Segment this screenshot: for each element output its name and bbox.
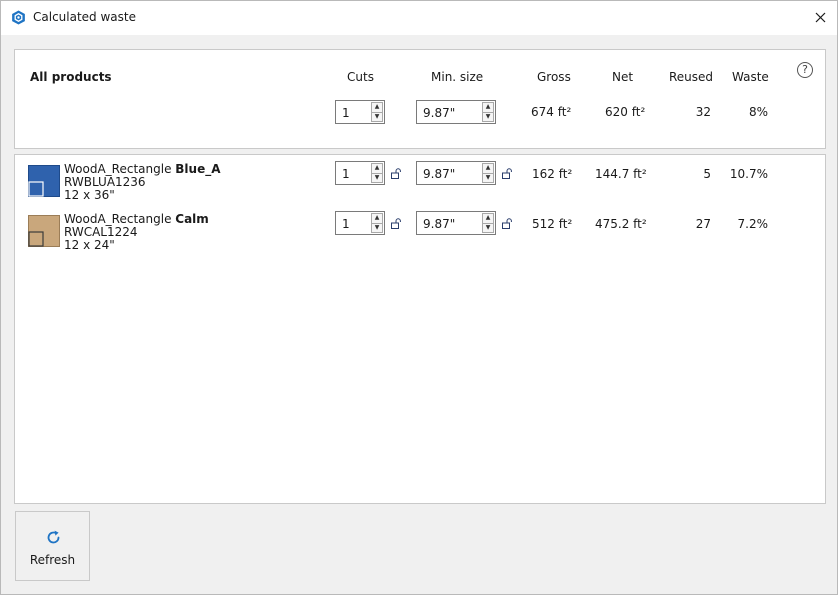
stepper-down-icon[interactable]: ▼ (371, 223, 383, 233)
window-title: Calculated waste (33, 10, 136, 24)
product-name-prefix: WoodA_Rectangle (64, 212, 172, 226)
reused-value: 5 (703, 167, 711, 181)
stepper-up-icon[interactable]: ▲ (371, 213, 383, 224)
stepper-down-icon[interactable]: ▼ (371, 173, 383, 183)
close-icon (815, 12, 825, 22)
summary-panel: All products Cuts Min. size Gross Net Re… (14, 49, 826, 149)
unlock-icon[interactable] (502, 168, 513, 179)
refresh-label: Refresh (29, 553, 76, 567)
app-logo-icon (12, 10, 25, 25)
unlock-icon[interactable] (391, 218, 402, 229)
product-size: 12 x 36" (64, 188, 115, 202)
gross-column-header: Gross (537, 70, 571, 84)
help-icon[interactable]: ? (797, 62, 813, 78)
min-size-value: 9.87" (423, 167, 456, 181)
title-bar: Calculated waste (1, 1, 837, 35)
total-gross: 674 ft² (531, 105, 572, 119)
total-net: 620 ft² (605, 105, 646, 119)
stepper-down-icon[interactable]: ▼ (371, 112, 383, 122)
total-min-size-value: 9.87" (423, 106, 456, 120)
total-waste: 8% (748, 105, 768, 119)
min-size-stepper[interactable]: 9.87" ▲ ▼ (416, 211, 496, 235)
product-swatch-calm (28, 215, 60, 247)
cuts-value: 1 (342, 217, 350, 231)
cuts-column-header: Cuts (347, 70, 374, 84)
stepper-up-icon[interactable]: ▲ (371, 102, 383, 113)
unlock-icon[interactable] (391, 168, 402, 179)
reused-column-header: Reused (669, 70, 714, 84)
min-size-stepper[interactable]: 9.87" ▲ ▼ (416, 161, 496, 185)
all-products-label: All products (30, 70, 112, 84)
waste-value: 10.7% (729, 167, 768, 181)
cuts-stepper[interactable]: 1 ▲ ▼ (335, 161, 385, 185)
min-size-value: 9.87" (423, 217, 456, 231)
cuts-value: 1 (342, 167, 350, 181)
stepper-up-icon[interactable]: ▲ (371, 163, 383, 174)
net-column-header: Net (612, 70, 634, 84)
refresh-icon (47, 530, 60, 544)
close-button[interactable] (807, 5, 833, 29)
product-size: 12 x 24" (64, 238, 115, 252)
product-swatch-blue (28, 165, 60, 197)
cuts-stepper[interactable]: 1 ▲ ▼ (335, 211, 385, 235)
gross-value: 512 ft² (532, 217, 573, 231)
net-value: 144.7 ft² (595, 167, 647, 181)
stepper-down-icon[interactable]: ▼ (482, 112, 494, 122)
waste-column-header: Waste (732, 70, 769, 84)
stepper-up-icon[interactable]: ▲ (482, 163, 494, 174)
reused-value: 27 (695, 217, 711, 231)
unlock-icon[interactable] (502, 218, 513, 229)
stepper-up-icon[interactable]: ▲ (482, 102, 494, 113)
product-name-variant: Blue_A (175, 162, 221, 176)
min-size-column-header: Min. size (431, 70, 484, 84)
total-cuts-stepper[interactable]: 1 ▲ ▼ (335, 100, 385, 124)
product-name-prefix: WoodA_Rectangle (64, 162, 172, 176)
stepper-up-icon[interactable]: ▲ (482, 213, 494, 224)
calculated-waste-window: Calculated waste All products Cuts Min. … (0, 0, 838, 595)
gross-value: 162 ft² (532, 167, 573, 181)
net-value: 475.2 ft² (595, 217, 647, 231)
total-min-size-stepper[interactable]: 9.87" ▲ ▼ (416, 100, 496, 124)
waste-value: 7.2% (737, 217, 769, 231)
total-reused: 32 (695, 105, 711, 119)
stepper-down-icon[interactable]: ▼ (482, 223, 494, 233)
total-cuts-value: 1 (342, 106, 350, 120)
stepper-down-icon[interactable]: ▼ (482, 173, 494, 183)
product-name-variant: Calm (175, 212, 209, 226)
product-list-panel: WoodA_Rectangle Blue_A RWBLUA1236 12 x 3… (14, 154, 826, 504)
refresh-button[interactable]: Refresh (15, 511, 90, 581)
